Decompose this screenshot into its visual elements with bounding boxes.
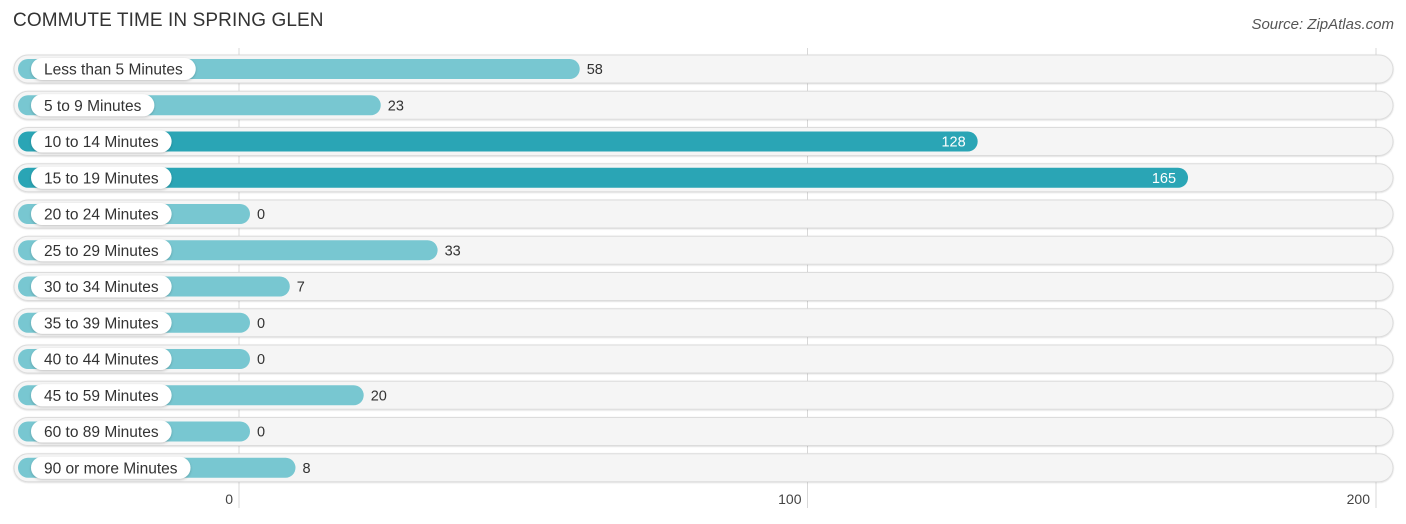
value-label: 165 <box>1152 171 1176 187</box>
category-label: 5 to 9 Minutes <box>44 98 142 115</box>
value-label: 0 <box>257 352 265 368</box>
x-tick-label: 100 <box>778 491 802 507</box>
bar-row: 15 to 19 Minutes 165 <box>13 163 1394 193</box>
value-label: 58 <box>587 62 603 78</box>
bar-row: 40 to 44 Minutes 0 <box>13 344 1394 374</box>
value-label: 7 <box>297 280 305 296</box>
value-label: 20 <box>371 388 387 404</box>
bar-row: 20 to 24 Minutes 0 <box>13 199 1394 229</box>
bar-row: 30 to 34 Minutes 7 <box>13 272 1394 301</box>
value-label: 33 <box>445 243 461 259</box>
category-label: 40 to 44 Minutes <box>44 352 159 369</box>
bar-chart: Less than 5 Minutes 58 5 to 9 Minutes 23 10 … <box>13 48 1394 508</box>
category-label: 30 to 34 Minutes <box>44 279 159 296</box>
category-label: 10 to 14 Minutes <box>44 134 159 151</box>
category-label: 60 to 89 Minutes <box>44 424 159 441</box>
value-label: 8 <box>302 461 310 477</box>
value-label: 23 <box>388 98 404 114</box>
x-tick-label: 0 <box>225 491 233 507</box>
bar-row: 90 or more Minutes 8 <box>13 453 1394 483</box>
bar[interactable] <box>18 167 1189 188</box>
bar-row: 5 to 9 Minutes 23 <box>13 90 1394 120</box>
value-label: 0 <box>257 207 265 223</box>
category-label: 90 or more Minutes <box>44 460 178 477</box>
value-label: 0 <box>257 316 265 332</box>
category-label: 35 to 39 Minutes <box>44 315 159 332</box>
category-label: Less than 5 Minutes <box>44 62 183 79</box>
category-label: 25 to 29 Minutes <box>44 243 159 260</box>
value-label: 128 <box>941 135 965 151</box>
bar-row: 45 to 59 Minutes 20 <box>13 380 1394 410</box>
category-label: 45 to 59 Minutes <box>44 388 159 405</box>
x-tick-label: 200 <box>1347 491 1371 507</box>
category-label: 15 to 19 Minutes <box>44 170 159 187</box>
bar-row: 35 to 39 Minutes 0 <box>13 308 1394 338</box>
bar-row: Less than 5 Minutes 58 <box>13 54 1394 84</box>
bar-row: 10 to 14 Minutes 128 <box>13 127 1394 156</box>
bar-row: 60 to 89 Minutes 0 <box>13 417 1394 446</box>
value-label: 0 <box>257 425 265 441</box>
category-label: 20 to 24 Minutes <box>44 207 159 224</box>
bar-row: 25 to 29 Minutes 33 <box>13 235 1394 265</box>
